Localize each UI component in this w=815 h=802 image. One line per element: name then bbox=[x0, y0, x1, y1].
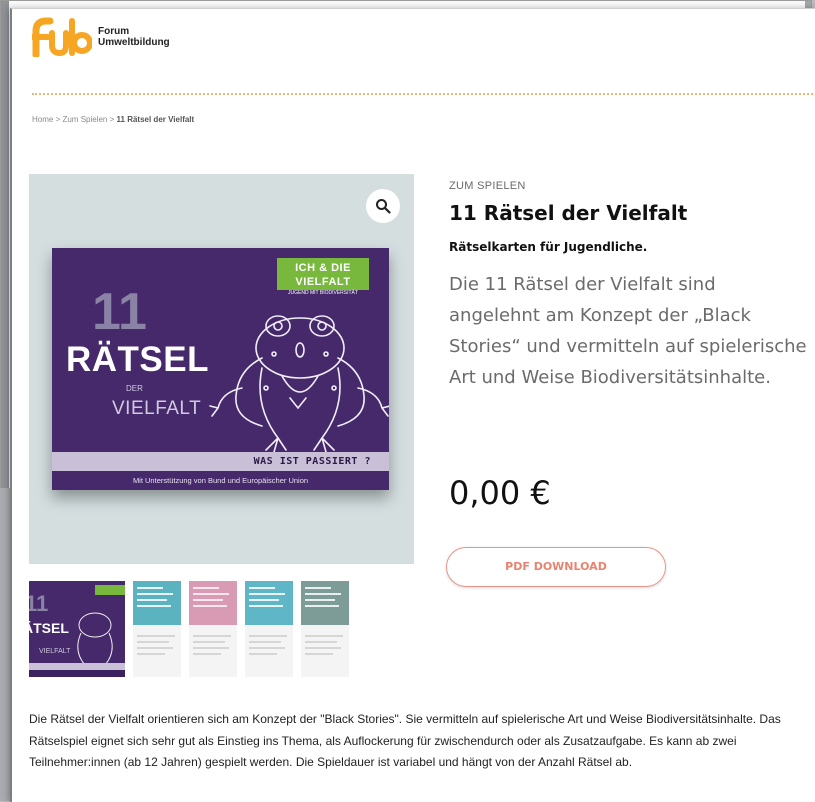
cover-title-word: RÄTSEL bbox=[66, 340, 209, 379]
thumbnail-card-image bbox=[245, 581, 293, 677]
product-price: 0,00 € bbox=[449, 474, 551, 512]
cover-number: 11 bbox=[92, 283, 147, 341]
product-long-description: Die Rätsel der Vielfalt orientieren sich… bbox=[29, 712, 781, 769]
svg-text:ÄTSEL: ÄTSEL bbox=[29, 620, 69, 636]
svg-text:VIELFALT: VIELFALT bbox=[39, 648, 71, 655]
zoom-button[interactable] bbox=[366, 189, 400, 223]
cover-title-der: DER bbox=[126, 384, 143, 393]
thumbnail-cover[interactable]: 11 ÄTSEL VIELFALT bbox=[29, 581, 125, 677]
pdf-download-button[interactable]: PDF DOWNLOAD bbox=[446, 547, 666, 587]
cover-strip: WAS IST PASSIERT ? bbox=[52, 452, 389, 471]
thumbnail-card-pink[interactable] bbox=[189, 581, 237, 677]
product-short-description: Die 11 Rätsel der Vielfalt sind angelehn… bbox=[449, 274, 807, 388]
header-divider bbox=[32, 93, 815, 95]
cover-strip-text: WAS IST PASSIERT ? bbox=[253, 456, 371, 467]
logo-text: Forum Umweltbildung bbox=[98, 26, 170, 48]
cover-badge-title: ICH & DIE VIELFALT bbox=[295, 262, 351, 288]
breadcrumb: Home > Zum Spielen > 11 Rätsel der Vielf… bbox=[32, 115, 194, 124]
thumbnail-card-blue[interactable] bbox=[245, 581, 293, 677]
breadcrumb-home-link[interactable]: Home bbox=[32, 115, 53, 124]
thumbnail-card-teal[interactable] bbox=[133, 581, 181, 677]
breadcrumb-current: 11 Rätsel der Vielfalt bbox=[116, 115, 195, 124]
magnifier-icon bbox=[376, 199, 391, 214]
thumbnail-card-image bbox=[189, 581, 237, 677]
product-title: 11 Rätsel der Vielfalt bbox=[449, 201, 688, 225]
product-main-image[interactable]: ICH & DIE VIELFALT JUGEND MIT BIODIVERSI… bbox=[29, 174, 414, 564]
cover-badge: ICH & DIE VIELFALT JUGEND MIT BIODIVERSI… bbox=[277, 258, 369, 296]
product-page-window: Forum Umweltbildung Home > Zum Spielen >… bbox=[10, 8, 815, 802]
thumbnail-cover-image: 11 ÄTSEL VIELFALT bbox=[29, 581, 125, 677]
thumbnail-card-image bbox=[133, 581, 181, 677]
site-logo[interactable]: Forum Umweltbildung bbox=[32, 17, 170, 57]
cover-footer: Mit Unterstützung von Bund und Europäisc… bbox=[132, 476, 309, 485]
window-edge bbox=[1, 1, 9, 501]
cover-card: ICH & DIE VIELFALT JUGEND MIT BIODIVERSI… bbox=[52, 248, 389, 490]
toad-illustration bbox=[209, 315, 389, 453]
thumbnail-gallery: 11 ÄTSEL VIELFALT bbox=[29, 581, 349, 677]
breadcrumb-section-link[interactable]: Zum Spielen bbox=[62, 115, 107, 124]
thumbnail-card-image bbox=[301, 581, 349, 677]
fub-logo-icon bbox=[32, 17, 92, 57]
logo-line-umweltbildung: Umweltbildung bbox=[98, 37, 170, 48]
breadcrumb-separator: > bbox=[107, 115, 117, 124]
cover-title-vielfalt: VIELFALT bbox=[112, 398, 202, 419]
product-category[interactable]: ZUM SPIELEN bbox=[449, 180, 526, 192]
thumbnail-card-grey[interactable] bbox=[301, 581, 349, 677]
svg-text:11: 11 bbox=[29, 591, 48, 616]
product-subtitle: Rätselkarten für Jugendliche. bbox=[449, 240, 648, 254]
logo-line-forum: Forum bbox=[98, 26, 130, 37]
